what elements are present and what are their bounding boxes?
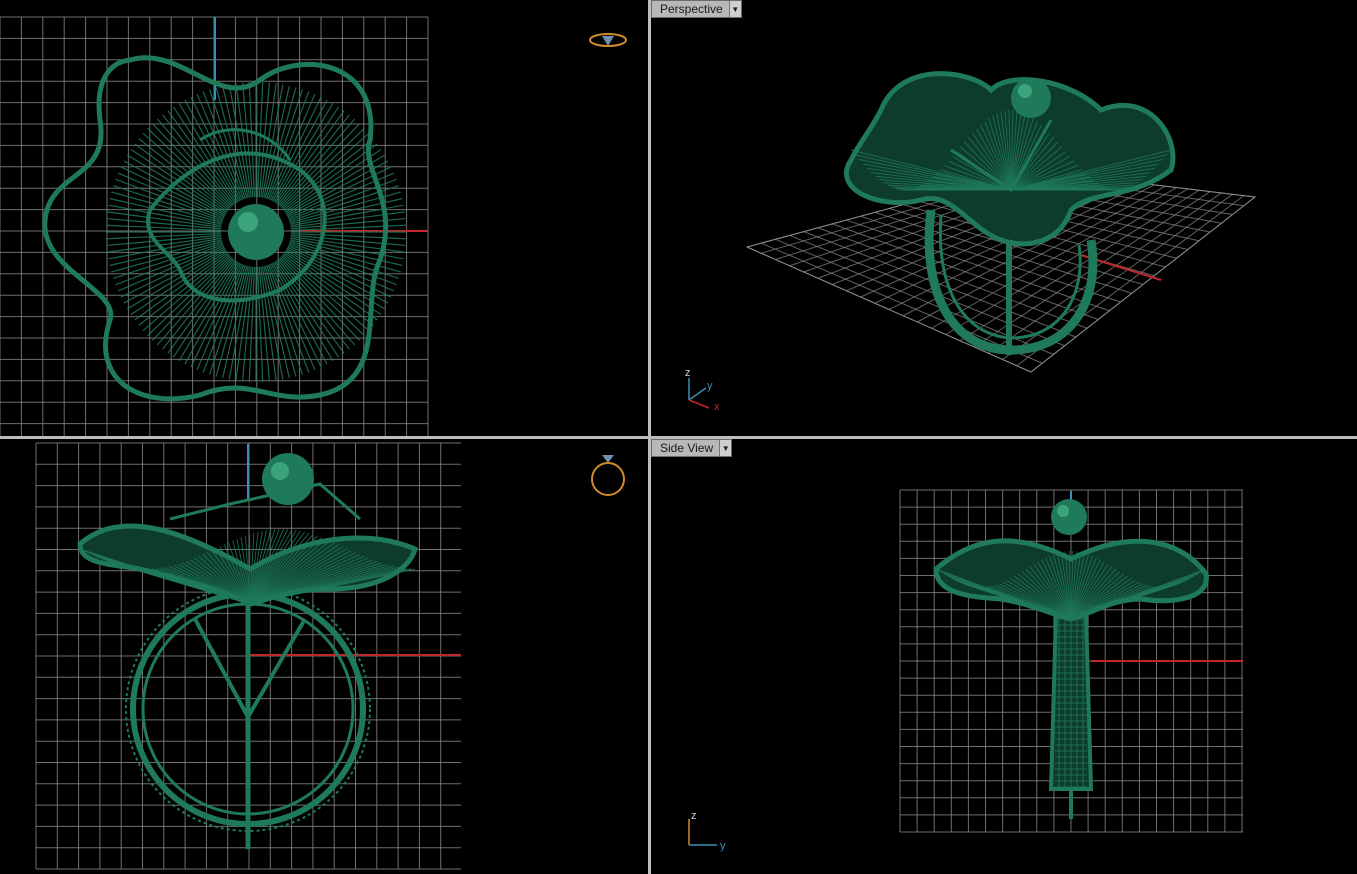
ring-top-icon[interactable] <box>588 30 628 52</box>
viewport-divider-horizontal[interactable] <box>0 436 1357 439</box>
axis-label-z: z <box>691 810 697 822</box>
viewport-side[interactable]: Side View ▼ z y <box>651 439 1357 874</box>
viewport-top[interactable] <box>0 0 648 436</box>
viewport-front[interactable] <box>0 439 648 874</box>
viewport-side-canvas: z y <box>688 489 1243 852</box>
flower-ring-model <box>77 453 418 849</box>
axis-label-x: x <box>714 401 720 413</box>
viewport-top-canvas <box>0 16 429 436</box>
viewport-front-canvas <box>35 442 461 870</box>
viewport-perspective[interactable]: Perspective ▼ z y x <box>651 0 1357 436</box>
viewport-perspective-canvas: z y x <box>685 71 1257 413</box>
flower-ring-model <box>42 55 406 402</box>
axis-triad: z y <box>688 810 726 852</box>
axis-label-y: y <box>707 380 713 392</box>
axis-label-y: y <box>720 840 726 852</box>
axis-label-z: z <box>685 367 691 379</box>
ring-front-icon[interactable] <box>588 449 628 501</box>
axis-triad: z y x <box>685 367 720 413</box>
